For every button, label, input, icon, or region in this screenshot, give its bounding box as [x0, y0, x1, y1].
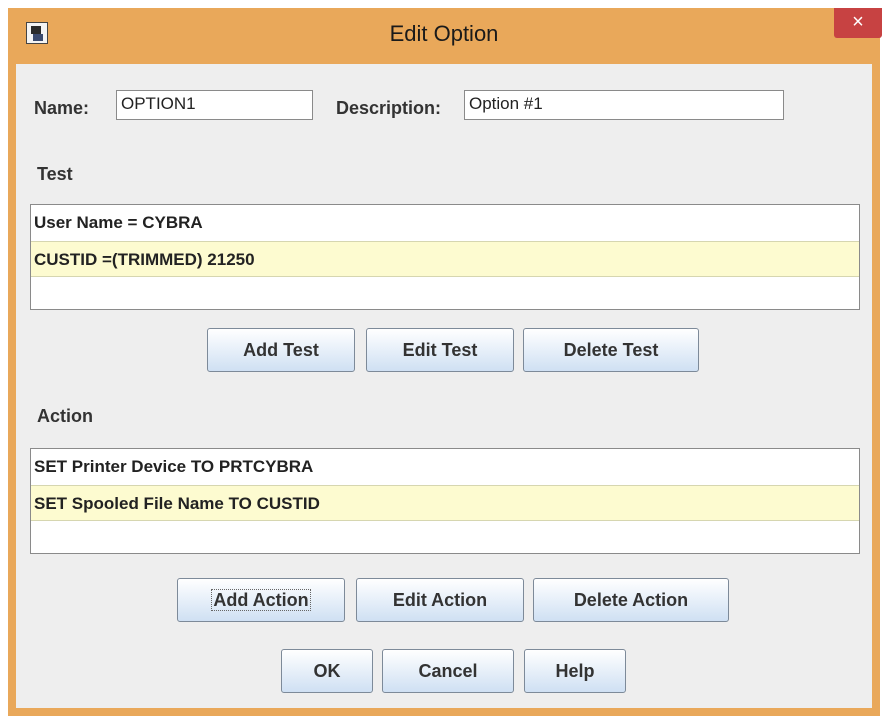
help-button[interactable]: Help [524, 649, 626, 693]
test-list[interactable]: User Name = CYBRA CUSTID =(TRIMMED) 2125… [30, 204, 860, 310]
description-field[interactable]: Option #1 [464, 90, 784, 120]
close-button[interactable]: × [834, 8, 882, 38]
test-list-item[interactable]: User Name = CYBRA [31, 205, 859, 241]
delete-action-button[interactable]: Delete Action [533, 578, 729, 622]
window-title: Edit Option [389, 21, 499, 46]
action-heading: Action [37, 406, 93, 426]
ok-button[interactable]: OK [281, 649, 373, 693]
name-label: Name: [34, 98, 90, 118]
add-action-button[interactable]: Add Action [177, 578, 345, 622]
action-list[interactable]: SET Printer Device TO PRTCYBRA SET Spool… [30, 448, 860, 554]
action-list-item[interactable]: SET Printer Device TO PRTCYBRA [31, 449, 859, 485]
name-field[interactable]: OPTION1 [116, 90, 313, 120]
test-list-item-selected[interactable]: CUSTID =(TRIMMED) 21250 [31, 241, 859, 277]
cancel-button[interactable]: Cancel [382, 649, 514, 693]
title-bar[interactable]: Edit Option × [8, 8, 882, 64]
test-heading: Test [37, 164, 73, 184]
edit-option-window: Edit Option × Name: OPTION1 Description:… [8, 8, 882, 716]
action-list-item-selected[interactable]: SET Spooled File Name TO CUSTID [31, 485, 859, 521]
add-test-button[interactable]: Add Test [207, 328, 355, 372]
delete-test-button[interactable]: Delete Test [523, 328, 699, 372]
dialog-body: Name: OPTION1 Description: Option #1 Tes… [16, 64, 872, 708]
edit-test-button[interactable]: Edit Test [366, 328, 514, 372]
edit-action-button[interactable]: Edit Action [356, 578, 524, 622]
description-label: Description: [336, 98, 442, 118]
add-action-label: Add Action [211, 589, 311, 611]
